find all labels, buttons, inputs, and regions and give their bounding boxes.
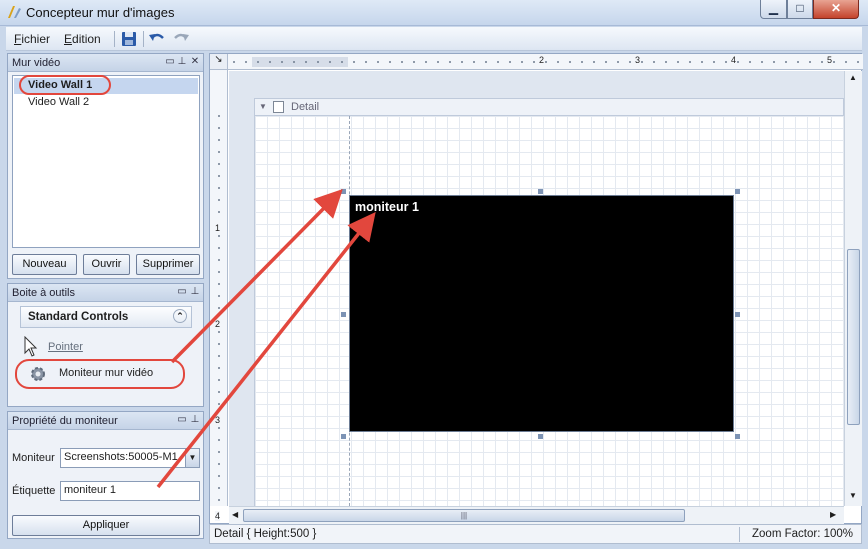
resize-handle[interactable] bbox=[341, 312, 346, 317]
monitor-properties-panel: Propriété du moniteur ▭ ⊥ Moniteur Scree… bbox=[7, 411, 204, 539]
app-icon bbox=[8, 6, 21, 18]
scroll-right-icon[interactable]: ▶ bbox=[830, 510, 836, 519]
toolbox-item-moniteur[interactable]: Moniteur mur vidéo bbox=[15, 359, 190, 389]
standard-controls-group[interactable]: Standard Controls ⌃ bbox=[20, 306, 192, 328]
nouveau-button[interactable]: Nouveau bbox=[12, 254, 77, 275]
ruler-number: 3 bbox=[635, 55, 641, 65]
maximize-button[interactable]: □ bbox=[787, 0, 813, 19]
panel-title: Boite à outils bbox=[12, 287, 75, 299]
menu-bar: Fichier Edition bbox=[6, 27, 862, 51]
resize-handle[interactable] bbox=[735, 189, 740, 194]
video-wall-panel: Mur vidéo ▭ ⊥ ✕ Video Wall 1 Video Wall … bbox=[7, 53, 204, 279]
ruler-number: 4 bbox=[731, 55, 737, 65]
chevron-down-icon[interactable]: ▼ bbox=[185, 449, 199, 467]
toolbox-panel: Boite à outils ▭ ⊥ Standard Controls ⌃ P… bbox=[7, 283, 204, 407]
appliquer-button[interactable]: Appliquer bbox=[12, 515, 200, 536]
annotation-circle bbox=[19, 75, 111, 95]
panel-title: Propriété du moniteur bbox=[12, 415, 118, 427]
pointer-icon bbox=[24, 336, 38, 357]
redo-icon[interactable] bbox=[171, 29, 191, 49]
list-item[interactable]: Video Wall 2 bbox=[14, 95, 198, 111]
scroll-down-icon[interactable]: ▼ bbox=[849, 491, 857, 500]
ruler-ticks bbox=[228, 60, 863, 64]
toolbar-separator bbox=[143, 31, 144, 47]
panel-header: Boite à outils ▭ ⊥ bbox=[8, 284, 203, 302]
ruler-number: 5 bbox=[827, 55, 833, 65]
ruler-number: 3 bbox=[215, 415, 221, 425]
resize-handle[interactable] bbox=[735, 312, 740, 317]
ruler-number: 2 bbox=[215, 319, 221, 329]
horizontal-scroll-thumb[interactable]: ||| bbox=[243, 509, 685, 522]
monitor-element[interactable]: moniteur 1 bbox=[349, 195, 734, 432]
resize-handle[interactable] bbox=[341, 434, 346, 439]
moniteur-label: Moniteur bbox=[12, 452, 55, 464]
pin-icon[interactable]: ⊥ bbox=[190, 287, 200, 297]
scroll-up-icon[interactable]: ▲ bbox=[849, 73, 857, 82]
resize-handle[interactable] bbox=[341, 189, 346, 194]
annotation-circle bbox=[15, 359, 185, 389]
pin-icon[interactable]: ⊥ bbox=[177, 57, 187, 67]
panel-header: Mur vidéo ▭ ⊥ ✕ bbox=[8, 54, 203, 72]
panel-header: Propriété du moniteur ▭ ⊥ bbox=[8, 412, 203, 430]
scroll-left-icon[interactable]: ◀ bbox=[232, 510, 238, 519]
ruler-number: 4 bbox=[215, 511, 221, 521]
collapse-icon[interactable]: ⌃ bbox=[173, 309, 187, 323]
horizontal-scrollbar[interactable]: ◀ ||| ▶ bbox=[229, 506, 844, 524]
close-button[interactable]: ✕ bbox=[813, 0, 859, 19]
collapse-triangle-icon[interactable]: ▼ bbox=[259, 102, 267, 111]
undo-icon[interactable] bbox=[147, 29, 167, 49]
title-bar: Concepteur mur d'images ▁ □ ✕ bbox=[0, 0, 868, 26]
group-title: Standard Controls bbox=[28, 311, 129, 323]
save-icon[interactable] bbox=[119, 29, 139, 49]
etiquette-input[interactable]: moniteur 1 bbox=[60, 481, 200, 501]
detail-band-header[interactable]: ▼ Detail bbox=[254, 98, 844, 116]
ruler-ticks bbox=[217, 110, 221, 506]
toolbar-separator bbox=[114, 31, 115, 47]
ouvrir-button[interactable]: Ouvrir bbox=[83, 254, 130, 275]
window-title: Concepteur mur d'images bbox=[26, 5, 175, 20]
resize-handle[interactable] bbox=[538, 189, 543, 194]
toolbox-item-label: Pointer bbox=[48, 341, 83, 353]
moniteur-select[interactable]: Screenshots:50005-M1 ▼ bbox=[60, 448, 200, 468]
video-wall-list[interactable]: Video Wall 1 Video Wall 2 bbox=[12, 75, 200, 248]
vertical-scrollbar[interactable]: ▲ ▼ bbox=[844, 71, 862, 506]
panel-title: Mur vidéo bbox=[12, 57, 61, 69]
ruler-number: 1 bbox=[215, 223, 221, 233]
ruler-number: 2 bbox=[539, 55, 545, 65]
band-title: Detail bbox=[291, 101, 320, 113]
pin-icon[interactable]: ⊥ bbox=[190, 415, 200, 425]
resize-handle[interactable] bbox=[735, 434, 740, 439]
vertical-scroll-thumb[interactable] bbox=[847, 249, 860, 425]
panel-close-icon[interactable]: ✕ bbox=[190, 57, 200, 67]
panel-dropdown-icon[interactable]: ▭ bbox=[165, 57, 175, 67]
ruler-corner[interactable]: ↘ bbox=[210, 54, 228, 70]
menu-edition[interactable]: Edition bbox=[64, 32, 101, 46]
toolbox-item-pointer[interactable]: Pointer bbox=[20, 336, 190, 358]
status-bar: Detail { Height:500 } Zoom Factor: 100% bbox=[209, 524, 862, 544]
menu-fichier[interactable]: Fichier bbox=[14, 32, 50, 46]
panel-dropdown-icon[interactable]: ▭ bbox=[177, 287, 187, 297]
horizontal-ruler: 2 3 4 5 bbox=[228, 54, 863, 70]
monitor-label: moniteur 1 bbox=[355, 200, 419, 214]
select-value: Screenshots:50005-M1 bbox=[64, 451, 178, 463]
minimize-button[interactable]: ▁ bbox=[760, 0, 787, 19]
designer-area: ↘ 2 3 4 5 1 2 3 4 ▼ Detail moniteur 1 ▲ … bbox=[209, 53, 863, 524]
etiquette-label: Étiquette bbox=[12, 485, 56, 497]
status-zoom-factor: Zoom Factor: 100% bbox=[752, 528, 853, 540]
resize-handle[interactable] bbox=[538, 434, 543, 439]
band-icon bbox=[273, 101, 284, 113]
status-divider bbox=[739, 527, 740, 542]
status-detail-height: Detail { Height:500 } bbox=[214, 528, 317, 540]
vertical-ruler: 1 2 3 4 bbox=[210, 70, 228, 521]
panel-dropdown-icon[interactable]: ▭ bbox=[177, 415, 187, 425]
supprimer-button[interactable]: Supprimer bbox=[136, 254, 200, 275]
